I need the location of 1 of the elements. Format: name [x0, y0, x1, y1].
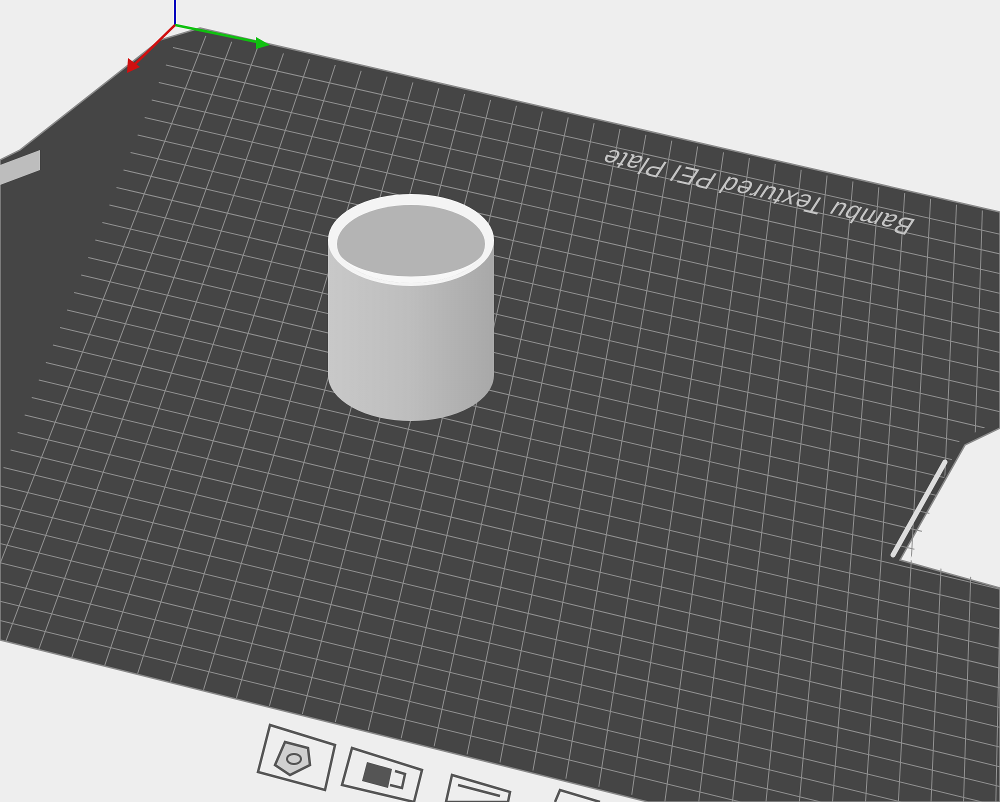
plate-label: Bambu Textured PEI Plate [594, 142, 922, 242]
